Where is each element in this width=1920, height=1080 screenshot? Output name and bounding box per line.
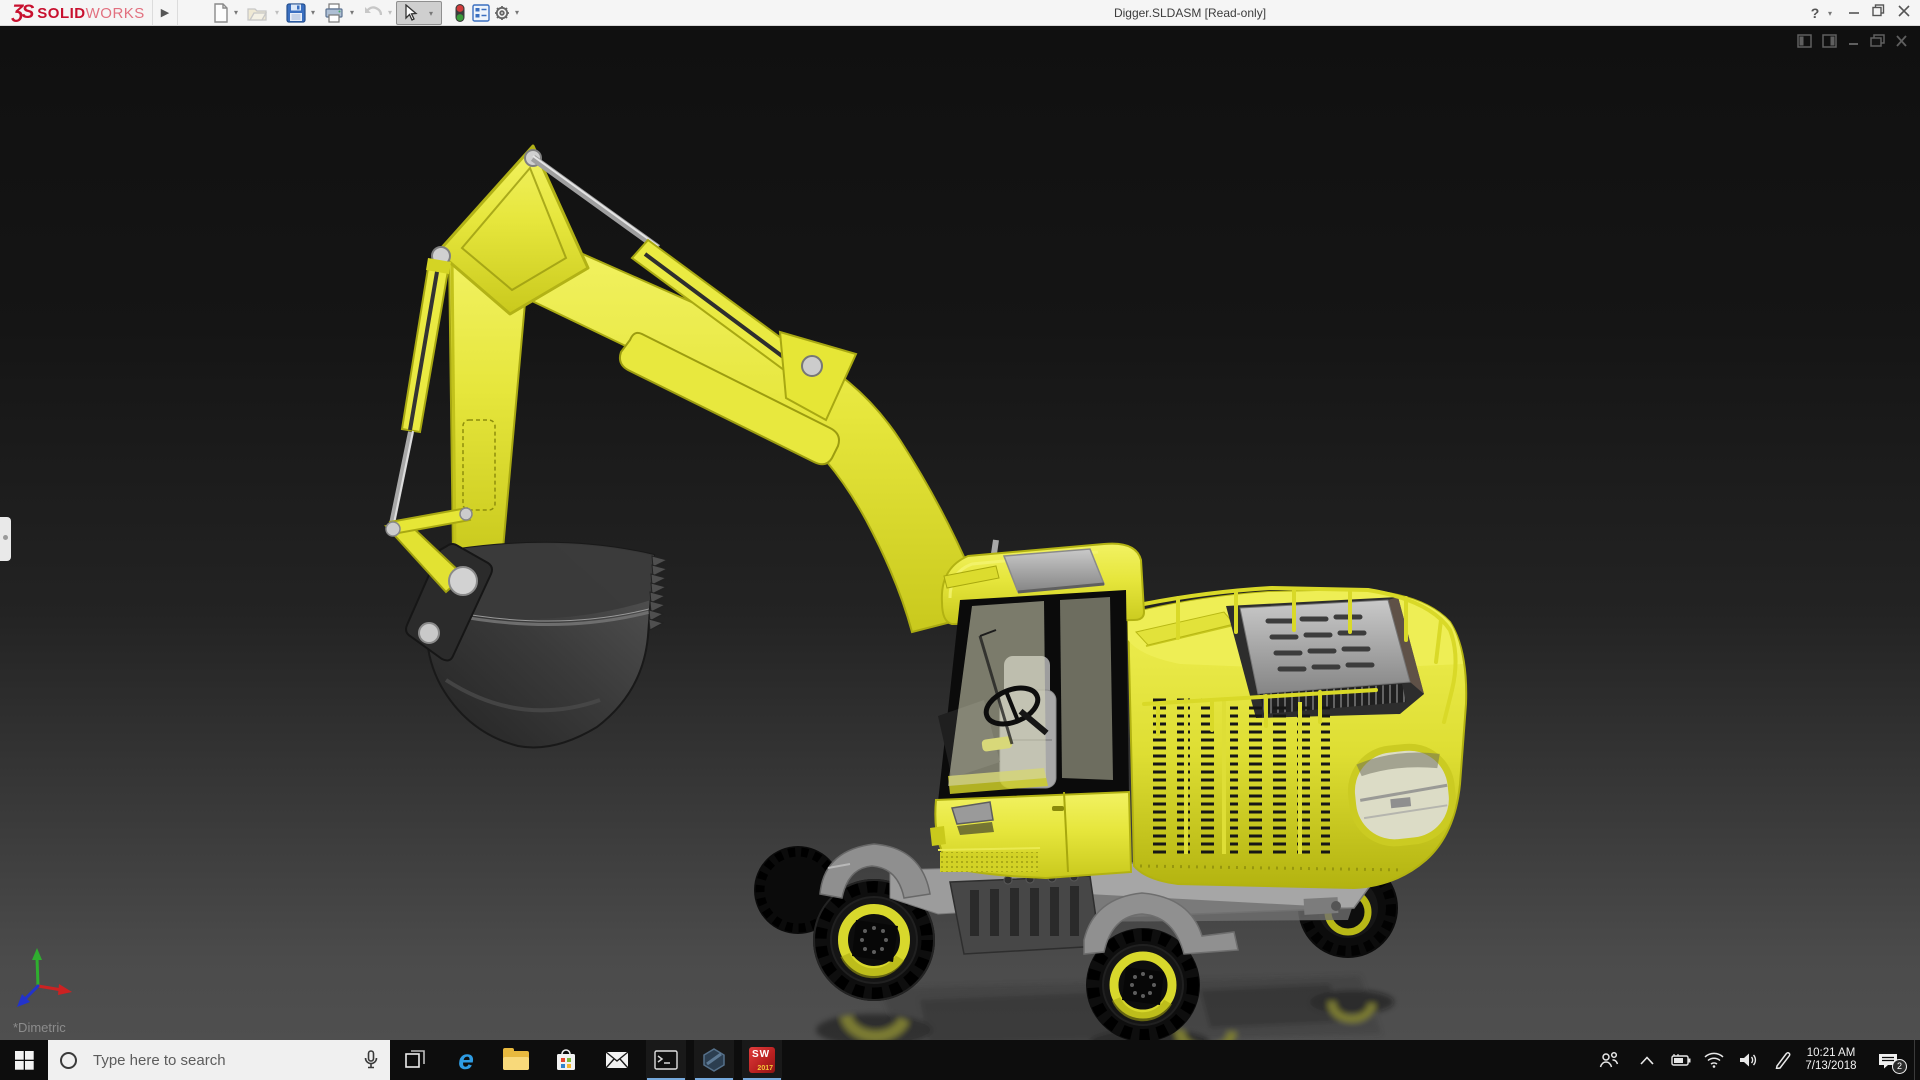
cortana-icon	[60, 1051, 77, 1069]
new-document-icon[interactable]	[211, 3, 231, 23]
help-button[interactable]: ?	[1806, 0, 1824, 26]
mail-icon	[605, 1051, 629, 1069]
show-pane-right-icon[interactable]	[1822, 34, 1837, 48]
undo-icon[interactable]	[362, 3, 382, 23]
mail-button[interactable]	[597, 1040, 637, 1080]
tray-time: 10:21 AM	[1806, 1047, 1856, 1059]
select-cursor-icon	[405, 4, 418, 21]
print-icon[interactable]	[324, 3, 344, 23]
select-caret[interactable]: ▾	[429, 10, 437, 18]
menu-flyout-arrow[interactable]: ▶	[152, 0, 178, 26]
view-orientation-label: *Dimetric	[13, 1020, 66, 1035]
options-caret[interactable]: ▾	[515, 9, 523, 17]
pen-icon	[1775, 1052, 1791, 1069]
show-desktop-button[interactable]	[1914, 1040, 1920, 1080]
clock[interactable]: 10:21 AM 7/13/2018	[1798, 1040, 1864, 1080]
task-view-button[interactable]	[396, 1040, 436, 1080]
file-explorer-icon	[503, 1047, 529, 1070]
print-caret[interactable]: ▾	[350, 9, 358, 17]
document-window-controls	[1797, 34, 1908, 48]
open-caret[interactable]: ▾	[275, 9, 283, 17]
task-view-icon	[405, 1050, 425, 1068]
feature-manager-collapsed-tab[interactable]	[0, 517, 11, 561]
hexagon-app-icon	[703, 1048, 725, 1072]
window-title: Digger.SLDASM [Read-only]	[1113, 6, 1267, 20]
taskbar: Type here to search e SW 2017 10:21 AM 7…	[0, 1040, 1920, 1080]
people-tray-button[interactable]	[1596, 1040, 1622, 1080]
edge-icon: e	[458, 1044, 474, 1075]
upper-body	[1122, 585, 1468, 890]
options-gear-icon[interactable]	[492, 3, 512, 23]
titlebar: ƷS SOLID WORKS ▶ ▾ ▾ ▾ ▾ ▾ ▾ ▾ Digger.SLDA…	[0, 0, 1920, 26]
select-tool-button[interactable]: ▾	[396, 1, 442, 25]
show-pane-left-icon[interactable]	[1797, 34, 1812, 48]
close-document-icon[interactable]	[1895, 34, 1908, 48]
viewport-3d[interactable]: *Dimetric	[0, 26, 1920, 1040]
command-prompt-icon	[654, 1050, 678, 1070]
notification-badge: 2	[1892, 1059, 1907, 1074]
windows-logo-icon	[14, 1050, 34, 1070]
network-tray-button[interactable]	[1700, 1040, 1728, 1080]
file-properties-icon[interactable]	[471, 3, 491, 23]
help-caret[interactable]: ▾	[1828, 10, 1836, 18]
pen-tray-button[interactable]	[1770, 1040, 1796, 1080]
new-caret[interactable]: ▾	[234, 9, 242, 17]
restore-document-icon[interactable]	[1870, 34, 1885, 48]
search-box[interactable]: Type here to search	[48, 1040, 390, 1080]
excavator-model	[17, 144, 1468, 1040]
rear-window	[1347, 743, 1456, 847]
restore-button[interactable]	[1868, 0, 1888, 26]
solidworks-logo: ƷS SOLID WORKS	[12, 2, 145, 23]
ds-logo-icon: ƷS	[12, 2, 34, 23]
save-caret[interactable]: ▾	[311, 9, 319, 17]
store-icon	[557, 1049, 575, 1070]
power-tray-button[interactable]	[1666, 1040, 1694, 1080]
tray-overflow-button[interactable]	[1636, 1040, 1658, 1080]
orientation-triad	[17, 948, 72, 1007]
command-prompt-button[interactable]	[646, 1040, 686, 1080]
wifi-icon	[1704, 1052, 1724, 1068]
search-placeholder: Type here to search	[93, 1051, 226, 1069]
undo-caret[interactable]: ▾	[388, 9, 396, 17]
people-icon	[1599, 1051, 1619, 1068]
solidworks-app-icon: SW 2017	[749, 1047, 775, 1073]
microphone-icon[interactable]	[364, 1050, 378, 1070]
minimize-button[interactable]	[1844, 0, 1864, 26]
edge-button[interactable]: e	[446, 1040, 486, 1080]
save-icon[interactable]	[286, 3, 306, 23]
minimize-document-icon[interactable]	[1847, 34, 1860, 48]
open-icon[interactable]	[247, 3, 267, 23]
chevron-up-icon	[1640, 1055, 1654, 1065]
close-button[interactable]	[1894, 0, 1914, 26]
solidworks-taskbar-button[interactable]: SW 2017	[742, 1040, 782, 1080]
volume-tray-button[interactable]	[1734, 1040, 1762, 1080]
cab	[930, 542, 1146, 880]
action-center-button[interactable]: 2	[1870, 1040, 1907, 1080]
3d-app-button[interactable]	[694, 1040, 734, 1080]
boom-assembly	[384, 144, 999, 749]
tray-date: 7/13/2018	[1805, 1060, 1857, 1072]
rebuild-icon[interactable]	[450, 3, 470, 23]
start-button[interactable]	[0, 1040, 48, 1080]
store-button[interactable]	[546, 1040, 586, 1080]
speaker-icon	[1740, 1053, 1757, 1067]
file-explorer-button[interactable]	[496, 1040, 536, 1080]
battery-icon	[1671, 1054, 1691, 1066]
